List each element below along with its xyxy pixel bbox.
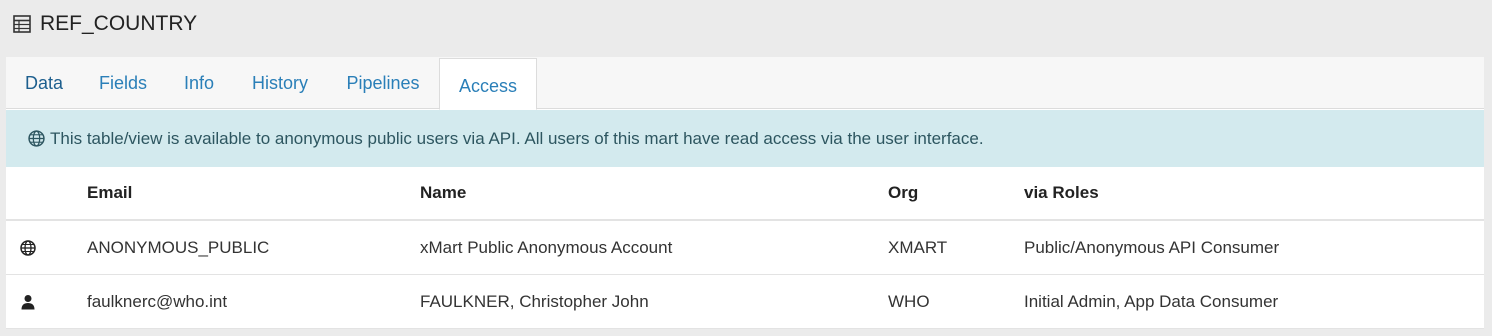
name-cell: FAULKNER, Christopher John	[420, 291, 649, 311]
globe-icon	[18, 221, 38, 274]
roles-cell: Public/Anonymous API Consumer	[1024, 237, 1280, 257]
table-row: faulknerc@who.int FAULKNER, Christopher …	[6, 275, 1484, 329]
email-cell: faulknerc@who.int	[87, 291, 228, 311]
user-icon	[18, 275, 38, 328]
column-header-email: Email	[87, 183, 133, 202]
tab-pipelines[interactable]: Pipelines	[343, 57, 423, 109]
tab-bar: Data Fields Info History Pipelines Acces…	[6, 57, 1484, 110]
table-icon	[12, 14, 32, 34]
globe-icon	[28, 130, 45, 147]
email-cell: ANONYMOUS_PUBLIC	[87, 237, 270, 257]
table-header: Email Name Org via Roles	[6, 167, 1484, 221]
page-title: REF_COUNTRY	[40, 12, 198, 35]
column-header-roles: via Roles	[1024, 183, 1099, 202]
tab-fields[interactable]: Fields	[95, 57, 151, 109]
org-cell: WHO	[888, 291, 930, 311]
notice-text: This table/view is available to anonymou…	[50, 128, 984, 148]
tab-data[interactable]: Data	[23, 57, 65, 109]
column-header-name: Name	[420, 183, 467, 202]
access-panel: Data Fields Info History Pipelines Acces…	[6, 57, 1484, 329]
org-cell: XMART	[888, 237, 948, 257]
access-notice: This table/view is available to anonymou…	[6, 110, 1484, 167]
table-row: ANONYMOUS_PUBLIC xMart Public Anonymous …	[6, 221, 1484, 275]
page-header: REF_COUNTRY	[12, 10, 197, 38]
tab-history[interactable]: History	[248, 57, 312, 109]
tab-access[interactable]: Access	[439, 58, 537, 110]
column-header-org: Org	[888, 183, 919, 202]
tab-info[interactable]: Info	[181, 57, 217, 109]
name-cell: xMart Public Anonymous Account	[420, 237, 673, 257]
roles-cell: Initial Admin, App Data Consumer	[1024, 291, 1279, 311]
